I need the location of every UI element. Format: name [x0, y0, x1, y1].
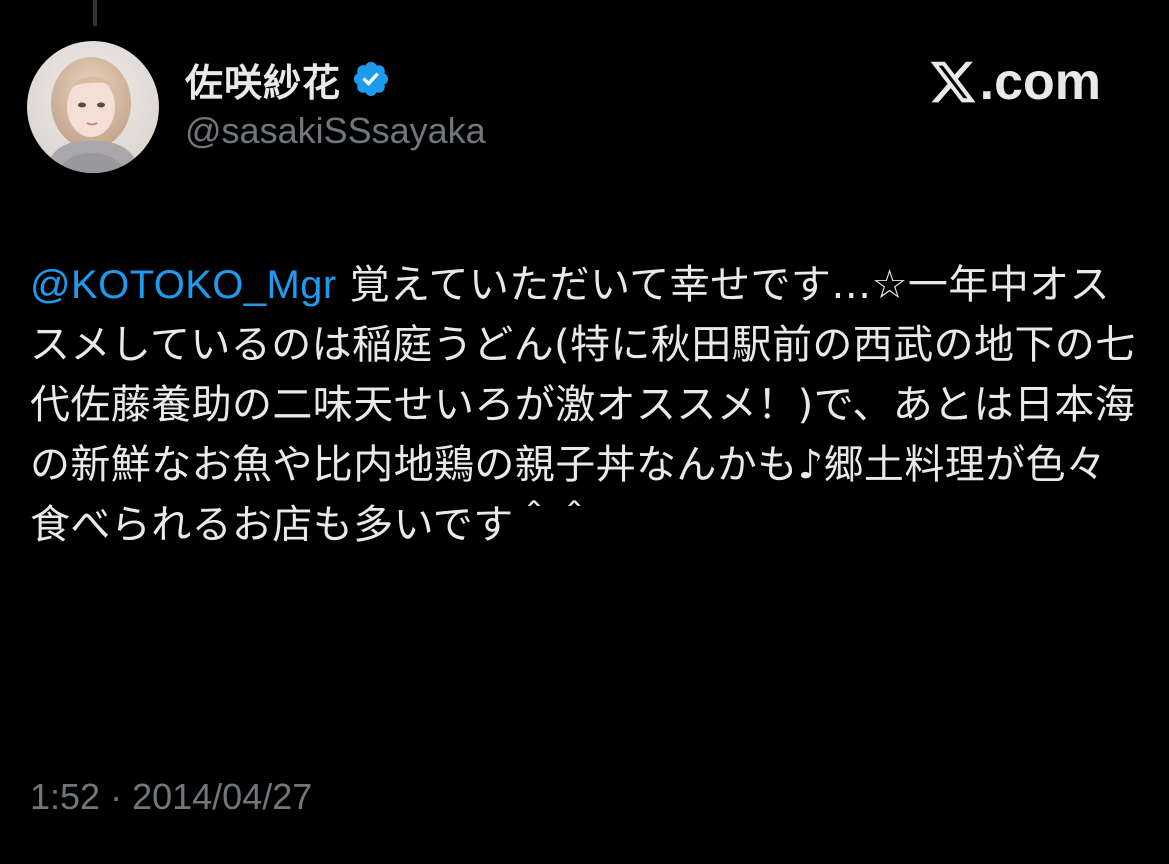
brand-logo: .com — [928, 52, 1101, 112]
x-logo-icon — [930, 61, 976, 103]
author-name-row: 佐咲紗花 — [185, 55, 391, 105]
tweet-body: @KOTOKO_Mgr 覚えていただいて幸せです…☆一年中オススメしているのは稲… — [30, 255, 1145, 555]
mention-link[interactable]: @KOTOKO_Mgr — [30, 263, 337, 307]
thread-connector-line — [93, 0, 97, 26]
author-display-name[interactable]: 佐咲紗花 — [185, 52, 341, 107]
verified-badge-icon — [353, 61, 389, 97]
tweet-date: 2014/04/27 — [132, 776, 313, 817]
tweet-timestamp[interactable]: 1:52 · 2014/04/27 — [30, 776, 312, 818]
timestamp-separator: · — [100, 776, 133, 817]
brand-domain-text: .com — [979, 53, 1101, 111]
author-handle[interactable]: @sasakiSSsayaka — [185, 110, 486, 152]
profile-avatar[interactable] — [27, 41, 159, 173]
tweet-time: 1:52 — [30, 776, 101, 817]
